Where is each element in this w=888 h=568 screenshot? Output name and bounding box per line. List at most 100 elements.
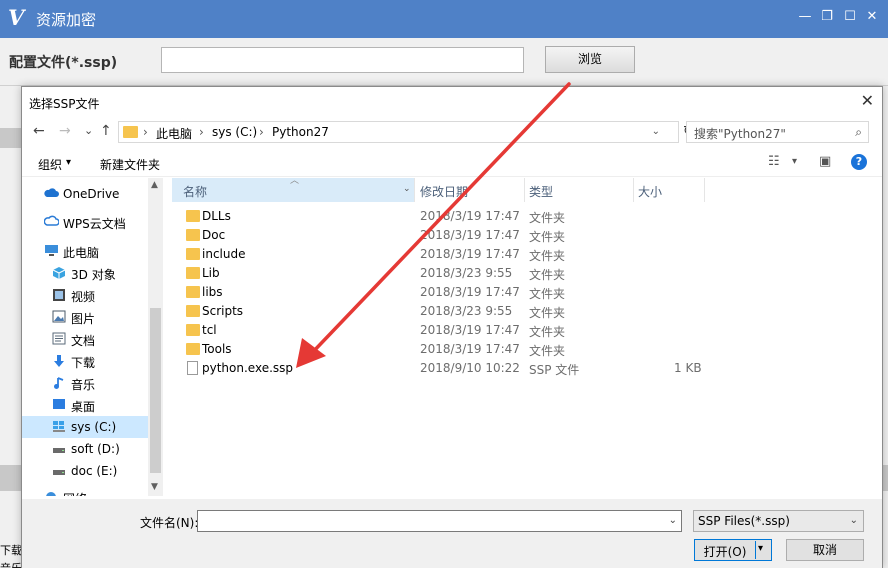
column-label: 大小 [638,185,663,199]
filename-dropdown-icon[interactable]: ⌄ [669,515,677,526]
organize-arrow-icon[interactable]: ▾ [66,157,71,168]
tree-scrollbar[interactable]: ▲ ▼ [148,178,163,496]
column-divider[interactable] [704,178,705,202]
background-text: 音乐 [0,560,22,568]
tree-item-label: doc (E:) [71,464,118,478]
tree-item-onedrive[interactable]: OneDrive [22,183,148,205]
restore-button[interactable]: ❐ [816,6,838,28]
up-arrow-icon[interactable]: ↑ [100,123,112,139]
file-name: tcl [202,323,217,337]
dialog-close-icon[interactable]: ✕ [861,91,874,110]
file-row[interactable]: Tools 2018/3/19 17:47 文件夹 [172,340,712,359]
file-type-select[interactable]: SSP Files(*.ssp) ⌄ [693,510,864,532]
chevron-down-icon[interactable]: ⌄ [850,515,858,526]
tree-item-desktop[interactable]: 桌面 [22,394,148,416]
file-row[interactable]: Lib 2018/3/23 9:55 文件夹 [172,264,712,283]
file-date: 2018/3/19 17:47 [420,323,520,337]
file-date: 2018/3/19 17:47 [420,228,520,242]
maximize-button[interactable]: ☐ [839,6,861,28]
column-header-size[interactable]: 大小 [634,178,704,202]
file-row[interactable]: DLLs 2018/3/19 17:47 文件夹 [172,207,712,226]
forward-arrow-icon[interactable]: → [59,123,71,139]
scrollbar-thumb[interactable] [150,308,161,473]
file-row[interactable]: python.exe.ssp 2018/9/10 10:22 SSP 文件 1 … [172,359,712,378]
config-file-label: 配置文件(*.ssp) [9,55,118,71]
file-date: 2018/9/10 10:22 [420,361,520,375]
open-dropdown-icon[interactable]: ▾ [758,543,763,554]
folder-icon [186,210,200,222]
file-type: 文件夹 [529,344,566,358]
help-icon[interactable]: ? [851,154,867,170]
file-row[interactable]: libs 2018/3/19 17:47 文件夹 [172,283,712,302]
search-input[interactable]: 搜索"Python27" ⌕ [686,121,869,143]
breadcrumb-this-pc[interactable]: 此电脑 [156,125,192,142]
cube-icon [52,266,66,279]
tree-item-soft-d[interactable]: soft (D:) [22,438,148,460]
file-name: Lib [202,266,220,280]
file-name: DLLs [202,209,231,223]
folder-icon [186,267,200,279]
view-options-icon[interactable]: ☷ [768,154,780,169]
new-folder-button[interactable]: 新建文件夹 [100,156,160,173]
address-dropdown-icon[interactable]: ⌄ [652,126,660,137]
tree-item-sys-c[interactable]: sys (C:) [22,416,148,438]
tree-item-doc-e[interactable]: doc (E:) [22,460,148,482]
tree-item-label: OneDrive [63,187,120,201]
address-bar[interactable]: › 此电脑 › sys (C:) › Python27 ⌄ [118,121,679,143]
app-logo: V [8,5,25,30]
tree-item-wps-cloud[interactable]: WPS云文档 [22,211,148,233]
breadcrumb-python27[interactable]: Python27 [272,125,329,139]
tree-item-pictures[interactable]: 图片 [22,306,148,328]
file-row[interactable]: Scripts 2018/3/23 9:55 文件夹 [172,302,712,321]
file-name: Tools [202,342,232,356]
tree-item-network[interactable]: 网络 [22,486,148,496]
folder-icon [186,343,200,355]
browse-button[interactable]: 浏览 [545,46,635,73]
file-row[interactable]: Doc 2018/3/19 17:47 文件夹 [172,226,712,245]
recent-locations-icon[interactable]: ⌄ [84,124,93,137]
tree-item-3d-objects[interactable]: 3D 对象 [22,262,148,284]
breadcrumb-separator: › [143,125,148,139]
filename-label: 文件名(N): [140,516,199,530]
scroll-down-icon[interactable]: ▼ [151,482,158,492]
tree-item-this-pc[interactable]: 此电脑 [22,240,148,262]
file-type: 文件夹 [529,306,566,320]
preview-pane-icon[interactable]: ▣ [819,154,831,169]
view-arrow-icon[interactable]: ▾ [792,156,797,167]
tree-item-label: 音乐 [71,378,96,392]
tree-item-label: 此电脑 [63,246,100,260]
file-open-dialog: 选择SSP文件 ✕ ← → ⌄ ↑ › 此电脑 › sys (C:) › Pyt… [21,86,883,568]
search-icon[interactable]: ⌕ [855,125,862,140]
cancel-button[interactable]: 取消 [786,539,864,561]
open-button[interactable]: 打开(O) ▾ [694,539,772,561]
tree-item-label: 视频 [71,290,96,304]
tree-item-label: 桌面 [71,400,96,414]
file-date: 2018/3/19 17:47 [420,285,520,299]
column-filter-icon[interactable]: ⌄ [403,184,411,194]
tree-item-downloads[interactable]: 下载 [22,350,148,372]
organize-button[interactable]: 组织 [38,156,62,173]
back-arrow-icon[interactable]: ← [33,123,45,139]
file-type: 文件夹 [529,287,566,301]
column-header-type[interactable]: 类型 [525,178,633,202]
breadcrumb-sys-c[interactable]: sys (C:) [212,125,257,139]
file-row[interactable]: include 2018/3/19 17:47 文件夹 [172,245,712,264]
column-header-date[interactable]: 修改日期 [415,178,524,202]
tree-item-documents[interactable]: 文档 [22,328,148,350]
file-row[interactable]: tcl 2018/3/19 17:47 文件夹 [172,321,712,340]
file-type: 文件夹 [529,211,566,225]
tree-item-videos[interactable]: 视频 [22,284,148,306]
config-file-input[interactable] [161,47,524,73]
file-type: 文件夹 [529,230,566,244]
folder-icon [186,324,200,336]
file-date: 2018/3/19 17:47 [420,247,520,261]
app-close-button[interactable]: ✕ [861,6,883,28]
minimize-button[interactable]: — [794,6,816,28]
tree-item-music[interactable]: 音乐 [22,372,148,394]
computer-icon [44,244,58,257]
breadcrumb-separator: › [259,125,264,139]
windows-drive-icon [52,420,66,433]
filename-input[interactable]: ⌄ [197,510,682,532]
scroll-up-icon[interactable]: ▲ [151,180,158,190]
file-name: python.exe.ssp [202,361,294,375]
